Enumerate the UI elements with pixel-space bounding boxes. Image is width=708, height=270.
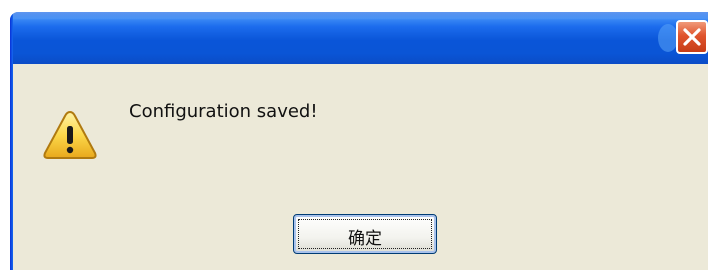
warning-icon: [43, 110, 97, 159]
dialog-body: Configuration saved! 确定: [13, 64, 708, 270]
close-icon: [683, 28, 701, 46]
ok-button-label: 确定: [348, 229, 382, 249]
dialog-titlebar[interactable]: [10, 12, 708, 64]
dialog-frame-border: [10, 12, 13, 270]
ok-button[interactable]: 确定: [293, 214, 437, 254]
titlebar-glow: [658, 24, 678, 52]
close-button[interactable]: [676, 20, 708, 54]
dialog-message: Configuration saved!: [129, 101, 318, 122]
titlebar-highlight: [10, 12, 708, 20]
message-dialog: Configuration saved! 确定: [10, 12, 708, 270]
